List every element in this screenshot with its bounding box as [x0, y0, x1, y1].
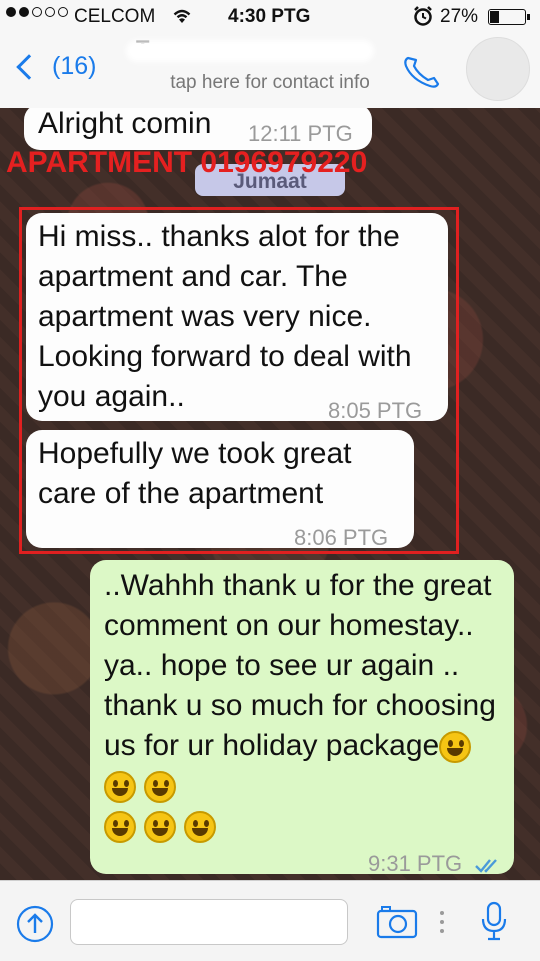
watermark-text: APARTMENT 0196979220	[6, 146, 368, 179]
chat-header: (16) T tap here for contact info	[0, 34, 540, 109]
battery-icon	[488, 9, 530, 25]
carrier-name: CELCOM	[74, 6, 156, 27]
message-text: Alright comin	[38, 108, 212, 140]
microphone-icon[interactable]	[480, 901, 508, 948]
message-bubble-outgoing[interactable]: ..Wahhh thank u for the great comment on…	[90, 560, 514, 876]
message-bubble-incoming[interactable]: Alright comin 12:11 PTG	[24, 108, 372, 150]
signal-strength-icon	[6, 7, 68, 17]
phone-icon[interactable]	[400, 52, 444, 97]
grinning-face-emoji-icon	[104, 811, 136, 844]
message-input-bar	[0, 880, 540, 961]
message-input[interactable]	[70, 899, 348, 945]
separator-dots	[440, 911, 444, 937]
grinning-face-emoji-icon	[104, 771, 136, 804]
battery-percent: 27%	[440, 6, 479, 27]
highlight-box	[19, 207, 459, 554]
chat-area[interactable]: Alright comin 12:11 PTG Jumaat APARTMENT…	[0, 108, 540, 880]
grinning-face-emoji-icon	[184, 811, 216, 844]
contact-avatar[interactable]	[466, 37, 530, 101]
contact-name[interactable]: T	[130, 36, 390, 66]
double-check-icon	[474, 846, 502, 880]
share-up-icon[interactable]	[16, 905, 54, 948]
status-bar: CELCOM 4:30 PTG 27%	[0, 0, 540, 34]
grinning-face-emoji-icon	[439, 731, 472, 764]
clock: 4:30 PTG	[228, 6, 311, 27]
message-time: 9:31 PTG	[368, 851, 463, 876]
wifi-icon	[170, 5, 194, 31]
grinning-face-emoji-icon	[144, 811, 176, 844]
contact-info-hint[interactable]: tap here for contact info	[0, 72, 540, 94]
camera-icon[interactable]	[376, 905, 418, 944]
alarm-icon	[412, 5, 434, 33]
message-text: ..Wahhh thank u for the great comment on…	[104, 569, 496, 762]
grinning-face-emoji-icon	[144, 771, 176, 804]
redaction-smear	[130, 44, 370, 58]
